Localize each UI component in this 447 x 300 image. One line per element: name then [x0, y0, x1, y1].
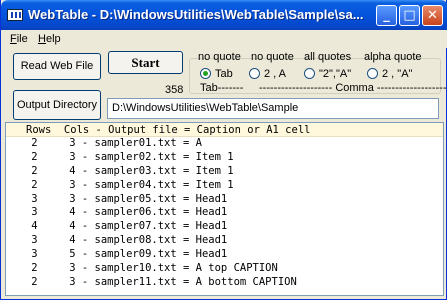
heading-no-quote-comma: no quote: [251, 51, 294, 63]
menu-help[interactable]: Help: [38, 33, 61, 45]
results-list[interactable]: Rows Cols - Output file = Caption or A1 …: [5, 122, 444, 296]
list-item[interactable]: 2 3 - sampler10.txt = A top CAPTION: [6, 262, 443, 276]
radio-tab-label: Tab: [215, 68, 233, 80]
list-item[interactable]: 3 4 - sampler08.txt = Head1: [6, 234, 443, 248]
menu-file[interactable]: File: [10, 33, 28, 45]
heading-no-quote-tab: no quote: [198, 51, 241, 63]
list-item[interactable]: 2 3 - sampler01.txt = A: [6, 137, 443, 151]
radio-tab[interactable]: Tab: [200, 68, 233, 80]
radio-no-quote-comma[interactable]: 2 , A: [249, 68, 286, 80]
list-item[interactable]: 4 4 - sampler07.txt = Head1: [6, 220, 443, 234]
list-item[interactable]: 2 3 - sampler02.txt = Item 1: [6, 151, 443, 165]
maximize-icon: □: [403, 8, 416, 23]
list-item[interactable]: 2 3 - sampler11.txt = A bottom CAPTION: [6, 276, 443, 290]
menu-bar: File Help: [1, 30, 447, 48]
app-window: WebTable - D:\WindowsUtilities\WebTable\…: [0, 0, 447, 300]
radio-icon: [367, 68, 378, 79]
window-title: WebTable - D:\WindowsUtilities\WebTable\…: [28, 7, 364, 22]
radio-icon: [304, 68, 315, 79]
results-header: Rows Cols - Output file = Caption or A1 …: [6, 123, 443, 137]
list-item[interactable]: 3 4 - sampler06.txt = Head1: [6, 206, 443, 220]
heading-all-quotes: all quotes: [304, 51, 352, 63]
output-directory-field[interactable]: D:\WindowsUtilities\WebTable\Sample: [107, 98, 439, 119]
item-count: 358: [165, 84, 184, 96]
list-item[interactable]: 2 3 - sampler04.txt = Item 1: [6, 179, 443, 193]
close-icon: ✕: [427, 8, 438, 23]
radio-all-quotes-label: "2","A": [319, 68, 352, 80]
title-bar[interactable]: WebTable - D:\WindowsUtilities\WebTable\…: [1, 0, 447, 30]
start-button[interactable]: Start: [108, 51, 183, 74]
list-item[interactable]: 3 5 - sampler09.txt = Head1: [6, 248, 443, 262]
radio-all-quotes[interactable]: "2","A": [304, 68, 351, 80]
minimize-button[interactable]: _: [376, 5, 397, 26]
group-label-tab: Tab-------: [200, 82, 244, 94]
radio-icon: [249, 68, 260, 79]
output-directory-button[interactable]: Output Directory: [13, 90, 101, 120]
radio-alpha-quote-label: 2 , "A": [382, 68, 413, 80]
radio-alpha-quote[interactable]: 2 , "A": [367, 68, 412, 80]
read-web-file-button[interactable]: Read Web File: [13, 53, 101, 80]
close-button[interactable]: ✕: [422, 5, 443, 26]
group-label-comma: -------------------- Comma -------------…: [259, 82, 447, 94]
list-item[interactable]: 2 4 - sampler03.txt = Item 1: [6, 165, 443, 179]
list-item[interactable]: 3 3 - sampler05.txt = Head1: [6, 193, 443, 207]
heading-alpha-quote: alpha quote: [364, 51, 422, 63]
app-icon[interactable]: [7, 9, 23, 21]
maximize-button[interactable]: □: [399, 5, 420, 26]
radio-selected-icon: [200, 68, 211, 79]
minimize-icon: _: [383, 8, 390, 23]
radio-no-quote-comma-label: 2 , A: [264, 68, 287, 80]
